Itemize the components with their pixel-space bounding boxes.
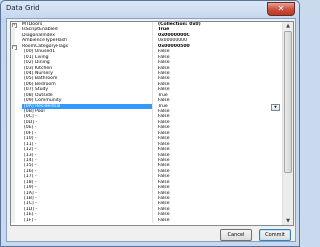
dialog-body: + MTDoors (Collection: 0x0) IsScriptEnabled… (6, 18, 296, 242)
vertical-scrollbar[interactable]: ▲ ▼ (282, 22, 293, 225)
scroll-down-arrow-icon[interactable]: ▼ (284, 217, 292, 225)
property-grid: + MTDoors (Collection: 0x0) IsScriptEnabled… (10, 21, 294, 226)
window-title: Data Grid (6, 4, 40, 12)
title-bar[interactable]: Data Grid ✕ (1, 1, 299, 18)
row-gutter (11, 217, 15, 224)
close-button[interactable]: ✕ (267, 2, 295, 16)
property-name: [1F] - (22, 217, 153, 224)
scroll-up-arrow-icon[interactable]: ▲ (284, 22, 292, 30)
property-value[interactable]: False (158, 218, 282, 223)
property-rows: + MTDoors (Collection: 0x0) IsScriptEnabled… (11, 22, 282, 224)
scrollbar-thumb[interactable] (284, 31, 292, 173)
commit-button[interactable]: Commit (259, 229, 291, 241)
cancel-button[interactable]: Cancel (220, 229, 252, 241)
property-row[interactable]: [1F] - False (11, 217, 282, 224)
data-grid-window: Data Grid ✕ + MTDoors (Collection: 0x0) IsS… (0, 0, 300, 247)
